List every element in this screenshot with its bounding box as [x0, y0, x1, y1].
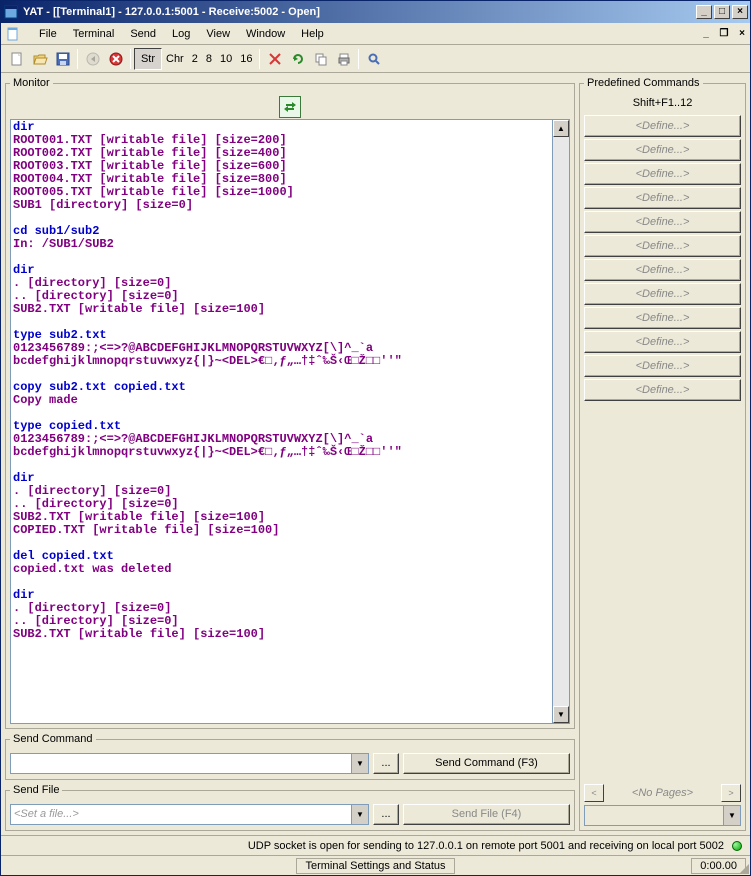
predef-page-prev[interactable]: < — [584, 784, 604, 802]
mdi-restore[interactable]: ❐ — [716, 27, 732, 41]
radix-2-button[interactable]: 2 — [188, 48, 202, 70]
send-command-dropdown[interactable]: ▼ — [351, 754, 368, 773]
window-title: YAT - [[Terminal1] - 127.0.0.1:5001 - Re… — [23, 6, 696, 18]
send-file-browse[interactable]: ... — [373, 804, 399, 825]
send-file-combo[interactable]: <Set a file...> ▼ — [10, 804, 369, 825]
menu-help[interactable]: Help — [293, 26, 332, 42]
send-file-placeholder: <Set a file...> — [11, 808, 82, 820]
find-button[interactable] — [362, 48, 385, 70]
predef-page-next[interactable]: > — [721, 784, 741, 802]
radix-8-button[interactable]: 8 — [202, 48, 216, 70]
title-bar: YAT - [[Terminal1] - 127.0.0.1:5001 - Re… — [1, 1, 750, 23]
monitor-bidir-button[interactable] — [279, 96, 301, 118]
print-button[interactable] — [332, 48, 355, 70]
terminal-settings-panel[interactable]: Terminal Settings and Status — [296, 858, 454, 874]
resize-grip[interactable] — [736, 861, 750, 875]
mdi-minimize[interactable]: _ — [698, 27, 714, 41]
close-button[interactable]: × — [732, 5, 748, 19]
predef-button-5[interactable]: <Define...> — [584, 211, 741, 233]
send-file-group: Send File <Set a file...> ▼ ... Send Fil… — [5, 784, 575, 831]
nav-stop-button[interactable] — [104, 48, 127, 70]
send-file-dropdown[interactable]: ▼ — [351, 805, 368, 824]
menu-bar: File Terminal Send Log View Window Help … — [1, 23, 750, 45]
send-command-legend: Send Command — [10, 733, 96, 745]
predef-button-7[interactable]: <Define...> — [584, 259, 741, 281]
menu-send[interactable]: Send — [122, 26, 164, 42]
mdi-close[interactable]: × — [734, 27, 750, 41]
clear-button[interactable] — [263, 48, 286, 70]
status-bar-1: UDP socket is open for sending to 127.0.… — [1, 835, 750, 855]
predef-button-10[interactable]: <Define...> — [584, 331, 741, 353]
open-button[interactable] — [28, 48, 51, 70]
predefined-legend: Predefined Commands — [584, 77, 703, 89]
predef-button-9[interactable]: <Define...> — [584, 307, 741, 329]
menu-log[interactable]: Log — [164, 26, 198, 42]
monitor-group: Monitor dir ROOT001.TXT [writable file] … — [5, 77, 575, 729]
send-command-combo[interactable]: ▼ — [10, 753, 369, 774]
toolbar: Str Chr 2 8 10 16 — [1, 45, 750, 73]
predef-button-12[interactable]: <Define...> — [584, 379, 741, 401]
predefined-group: Predefined Commands Shift+F1..12 <Define… — [579, 77, 746, 831]
predef-button-1[interactable]: <Define...> — [584, 115, 741, 137]
predef-page-combo[interactable]: ▼ — [584, 805, 741, 826]
save-button[interactable] — [51, 48, 74, 70]
send-file-button[interactable]: Send File (F4) — [403, 804, 570, 825]
menu-window[interactable]: Window — [238, 26, 293, 42]
status-bar-2: Terminal Settings and Status 0:00.00 — [1, 855, 750, 875]
predef-button-2[interactable]: <Define...> — [584, 139, 741, 161]
predef-page-label: <No Pages> — [604, 787, 721, 799]
send-command-group: Send Command ▼ ... Send Command (F3) — [5, 733, 575, 780]
monitor-scrollbar[interactable]: ▲ ▼ — [553, 119, 570, 724]
radix-chr-button[interactable]: Chr — [162, 48, 188, 70]
mdi-doc-icon[interactable] — [5, 26, 21, 42]
predef-button-11[interactable]: <Define...> — [584, 355, 741, 377]
scroll-up-button[interactable]: ▲ — [553, 120, 569, 137]
predef-button-8[interactable]: <Define...> — [584, 283, 741, 305]
app-icon — [3, 4, 19, 20]
minimize-button[interactable]: _ — [696, 5, 712, 19]
predef-page-dropdown[interactable]: ▼ — [723, 806, 740, 825]
send-command-button[interactable]: Send Command (F3) — [403, 753, 570, 774]
predefined-shortcut-label: Shift+F1..12 — [584, 95, 741, 115]
menu-terminal[interactable]: Terminal — [65, 26, 123, 42]
status-text: UDP socket is open for sending to 127.0.… — [5, 840, 728, 852]
maximize-button[interactable]: □ — [714, 5, 730, 19]
radix-str-button[interactable]: Str — [134, 48, 162, 70]
menu-view[interactable]: View — [198, 26, 238, 42]
copy-button[interactable] — [309, 48, 332, 70]
predef-button-4[interactable]: <Define...> — [584, 187, 741, 209]
status-led-icon — [732, 841, 742, 851]
monitor-output[interactable]: dir ROOT001.TXT [writable file] [size=20… — [10, 119, 553, 724]
nav-back-button[interactable] — [81, 48, 104, 70]
send-command-browse[interactable]: ... — [373, 753, 399, 774]
radix-16-button[interactable]: 16 — [236, 48, 256, 70]
new-button[interactable] — [5, 48, 28, 70]
scroll-down-button[interactable]: ▼ — [553, 706, 569, 723]
menu-file[interactable]: File — [31, 26, 65, 42]
predef-button-6[interactable]: <Define...> — [584, 235, 741, 257]
radix-10-button[interactable]: 10 — [216, 48, 236, 70]
send-file-legend: Send File — [10, 784, 62, 796]
send-command-input[interactable] — [11, 757, 351, 769]
monitor-legend: Monitor — [10, 77, 53, 89]
predef-button-3[interactable]: <Define...> — [584, 163, 741, 185]
refresh-button[interactable] — [286, 48, 309, 70]
